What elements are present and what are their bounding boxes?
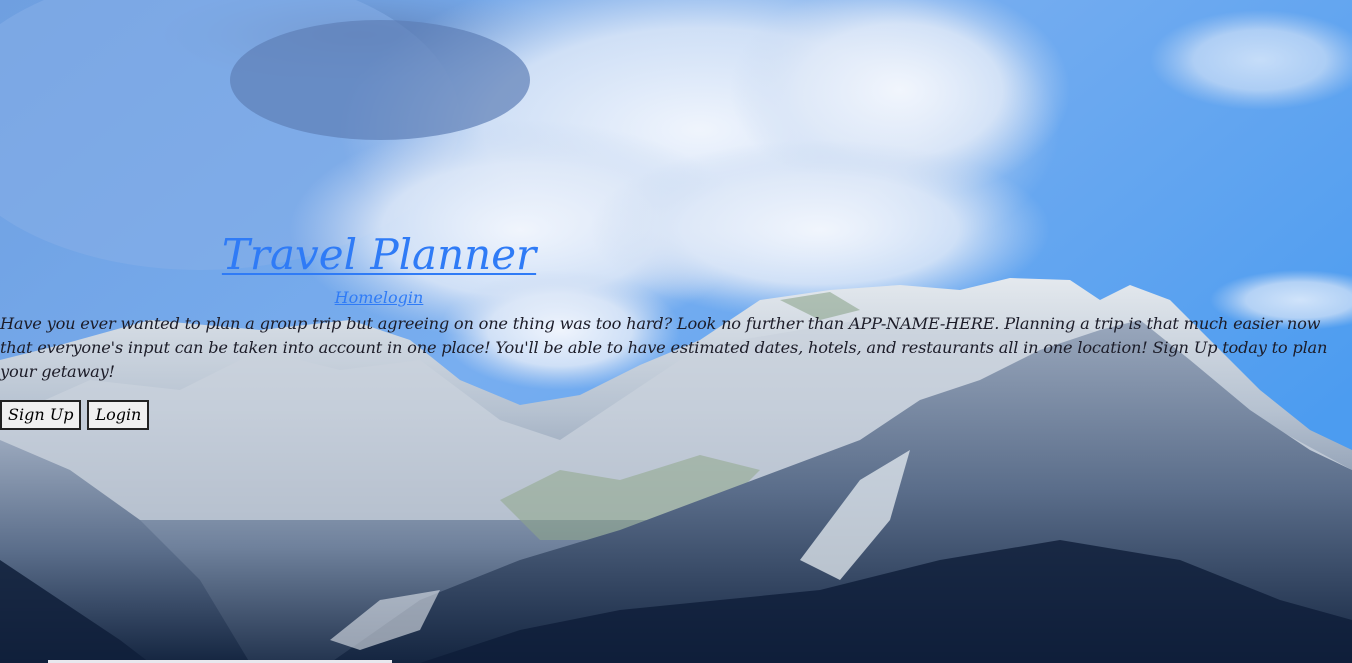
nav-link-login[interactable]: login — [383, 288, 423, 307]
page-title-link[interactable]: Travel Planner — [0, 226, 758, 284]
intro-paragraph: Have you ever wanted to plan a group tri… — [0, 314, 1328, 381]
login-button[interactable]: Login — [87, 400, 150, 430]
auth-buttons: Sign Up Login — [0, 400, 150, 430]
nav-links: Homelogin — [0, 287, 758, 309]
signup-button[interactable]: Sign Up — [0, 400, 82, 430]
nav-link-home[interactable]: Home — [335, 288, 383, 307]
